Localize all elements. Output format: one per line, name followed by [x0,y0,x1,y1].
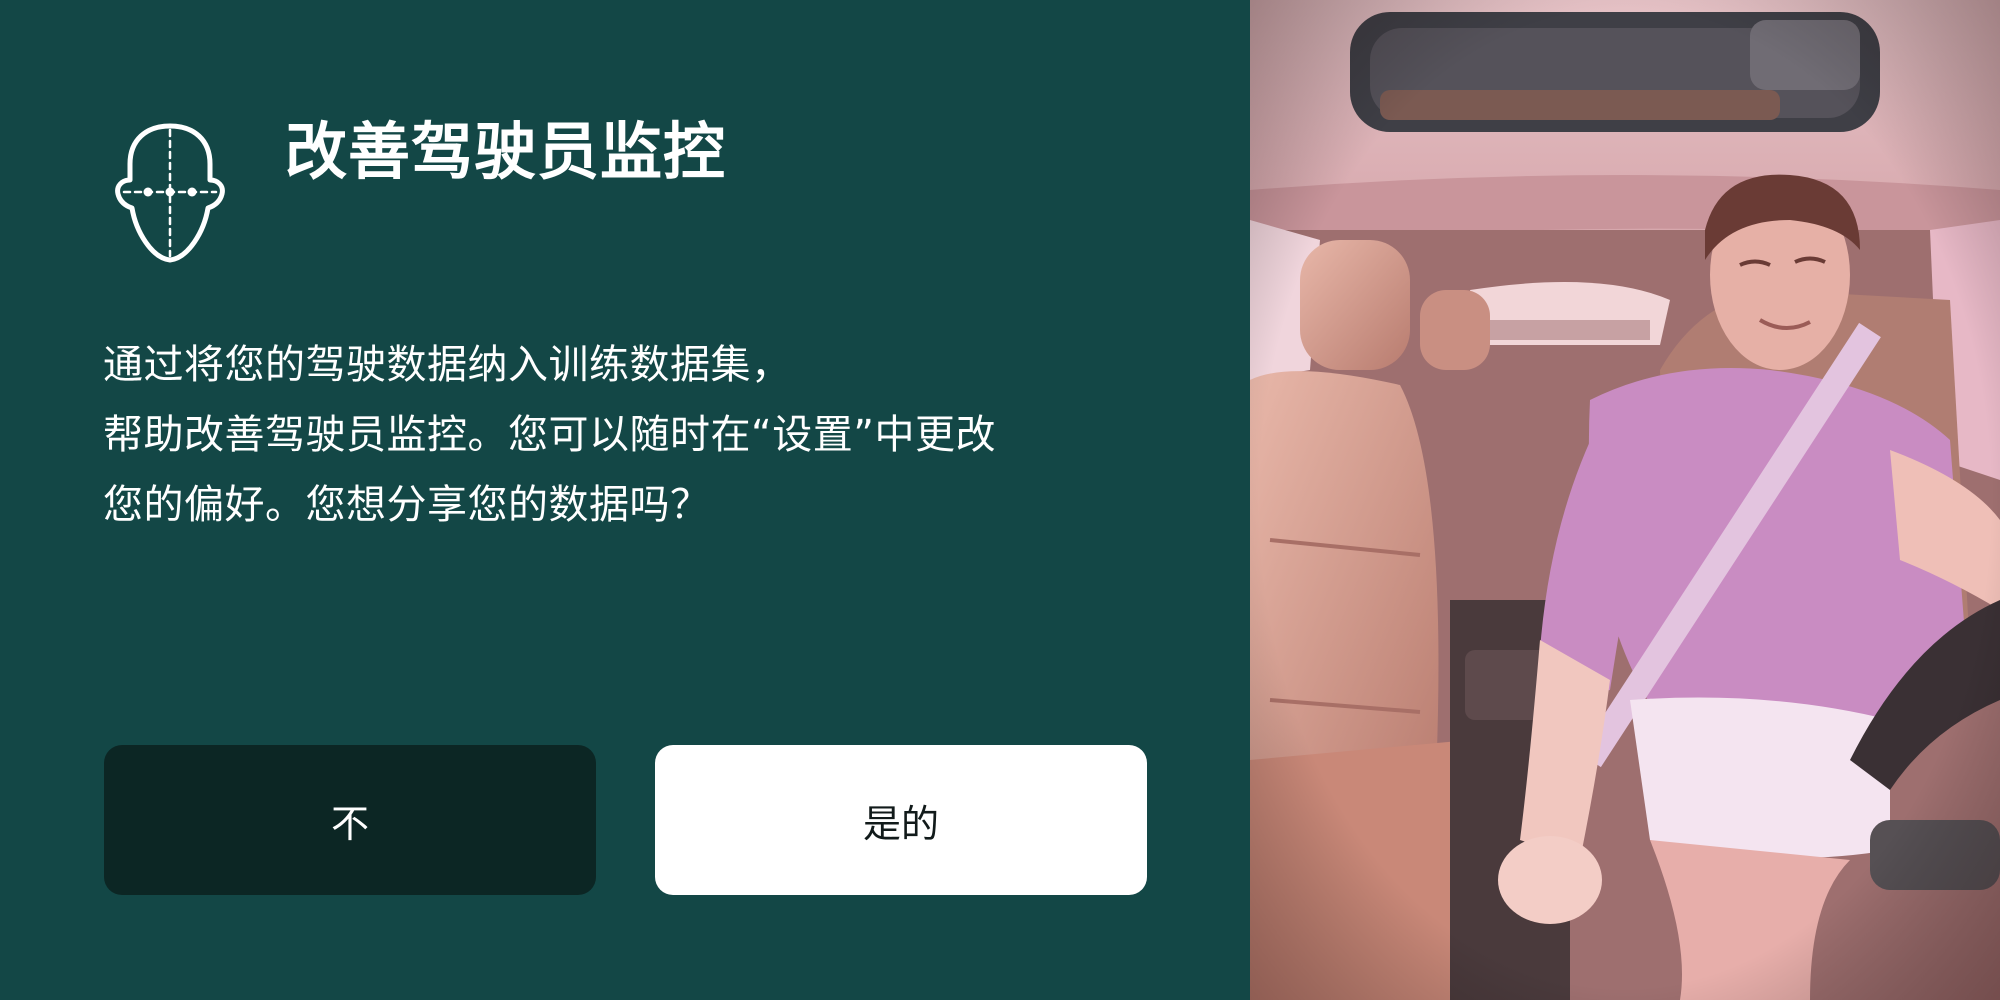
face-scan-icon [115,123,225,263]
accept-button[interactable]: 是的 [655,745,1147,895]
decline-button[interactable]: 不 [104,745,596,895]
driver-camera-preview [1250,0,2000,1000]
driver-camera-image [1250,0,2000,1000]
dialog-description: 通过将您的驾驶数据纳入训练数据集， 帮助改善驾驶员监控。您可以随时在“设置”中更… [103,330,1123,540]
description-line: 您的偏好。您想分享您的数据吗？ [103,482,711,528]
description-line: 帮助改善驾驶员监控。您可以随时在“设置”中更改 [103,412,996,458]
description-line: 通过将您的驾驶数据纳入训练数据集， [103,342,792,388]
driver-monitoring-onboarding-screen: 改善驾驶员监控 通过将您的驾驶数据纳入训练数据集， 帮助改善驾驶员监控。您可以随… [0,0,2000,1000]
dialog-panel: 改善驾驶员监控 通过将您的驾驶数据纳入训练数据集， 帮助改善驾驶员监控。您可以随… [0,0,1250,1000]
decline-button-label: 不 [330,801,369,846]
accept-button-label: 是的 [862,801,939,846]
dialog-title: 改善驾驶员监控 [285,115,727,188]
